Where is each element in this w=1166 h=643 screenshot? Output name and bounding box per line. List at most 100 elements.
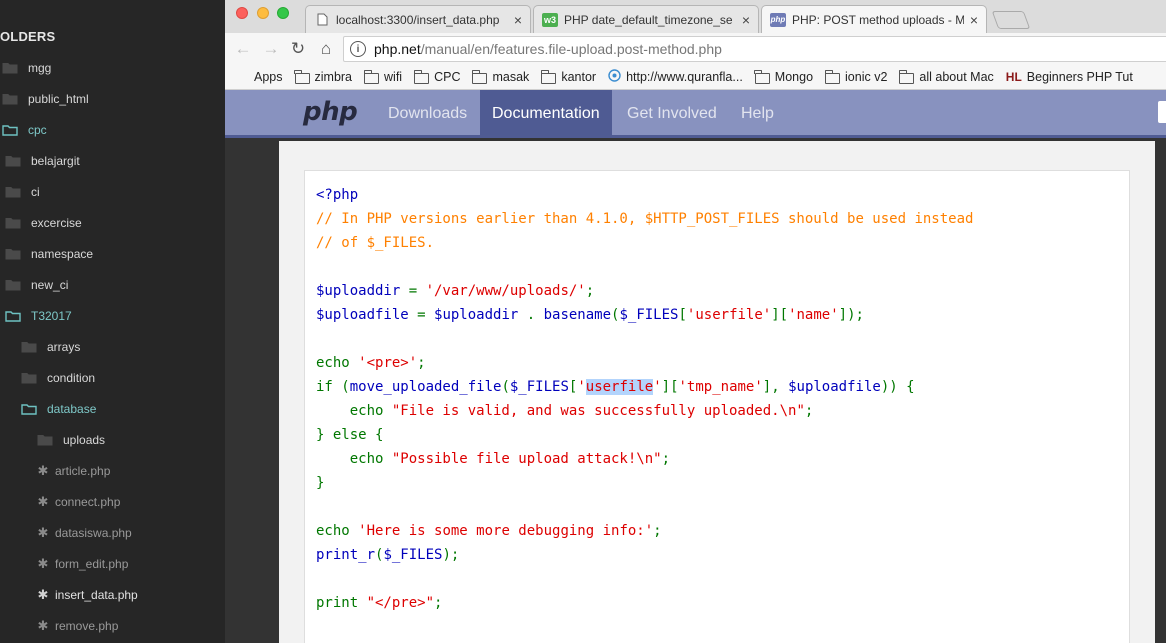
bookmark-item[interactable]: all about Mac — [899, 70, 994, 84]
folder-icon — [754, 70, 770, 84]
tree-item[interactable]: T32017 — [5, 300, 72, 331]
address-bar[interactable]: i php.net /manual/en/features.file-uploa… — [343, 36, 1166, 62]
tree-item[interactable]: condition — [21, 362, 95, 393]
close-window-button[interactable] — [236, 7, 248, 19]
address-host: php.net — [374, 41, 421, 57]
nav-downloads[interactable]: Downloads — [376, 90, 479, 138]
tree-item[interactable]: arrays — [21, 331, 80, 362]
tab-w3schools[interactable]: w3 PHP date_default_timezone_se × — [533, 5, 759, 33]
bookmark-label: Apps — [254, 70, 283, 84]
nav-help[interactable]: Help — [729, 90, 786, 138]
folder-icon — [413, 70, 430, 84]
bookmark-item[interactable]: http://www.quranfla... — [608, 69, 743, 85]
close-icon[interactable]: × — [514, 12, 522, 28]
bookmark-item[interactable]: CPC — [413, 70, 461, 84]
bookmark-item[interactable]: Apps — [237, 70, 283, 84]
code-token: ][ — [771, 307, 789, 323]
tree-item[interactable]: ✱ datasiswa.php — [37, 517, 132, 548]
page-icon — [314, 13, 330, 27]
code-line: echo "Possible file upload attack!\n"; — [316, 447, 973, 471]
reload-icon[interactable]: ↻ — [288, 39, 308, 59]
nav-documentation[interactable]: Documentation — [480, 90, 612, 138]
file-tree-sidebar: OLDERS mgg public_html cpc belajargit ci exce… — [0, 0, 225, 643]
tree-item[interactable]: new_ci — [5, 269, 68, 300]
php-logo[interactable]: php — [303, 97, 358, 127]
folder-icon — [5, 248, 21, 260]
tree-item[interactable]: mgg — [2, 52, 51, 83]
file-icon: ✱ — [37, 462, 49, 478]
tree-item[interactable]: public_html — [2, 83, 89, 114]
folder-icon — [5, 217, 21, 229]
bookmark-label: masak — [492, 70, 530, 84]
code-token: $uploadfile — [316, 307, 418, 323]
bookmark-item[interactable]: masak — [472, 70, 529, 84]
bookmarks-bar: Apps zimbra wifi CPC masak kantor http://www.q… — [225, 65, 1166, 90]
info-icon[interactable]: i — [350, 41, 366, 57]
code-token: echo — [316, 355, 359, 371]
tree-item[interactable]: database — [21, 393, 96, 424]
code-line: } — [316, 471, 973, 495]
tree-item-label: database — [47, 401, 97, 416]
code-token: // of $_FILES. — [316, 235, 435, 251]
code-token: 'tmp_name' — [678, 379, 763, 395]
tree-item[interactable]: namespace — [5, 238, 93, 269]
folder-open-icon — [21, 403, 37, 415]
file-icon: ✱ — [37, 617, 49, 633]
web-page: php Downloads Documentation Get Involved… — [225, 90, 1166, 643]
code-example: <?php // In PHP versions earlier than 4.1… — [304, 170, 1130, 643]
bookmark-item[interactable]: Mongo — [754, 70, 814, 84]
search-input[interactable] — [1158, 101, 1166, 123]
bookmark-label: all about Mac — [919, 70, 994, 84]
back-arrow-icon[interactable]: ← — [233, 39, 253, 59]
code-token: } else { — [316, 427, 384, 443]
close-icon[interactable]: × — [742, 12, 750, 28]
tab-localhost[interactable]: localhost:3300/insert_data.php × — [305, 5, 531, 33]
code-token: ' — [577, 379, 586, 395]
bookmark-item[interactable]: ionic v2 — [824, 70, 887, 84]
bookmark-label: wifi — [384, 70, 403, 84]
maximize-window-button[interactable] — [277, 7, 289, 19]
home-icon[interactable]: ⌂ — [316, 39, 336, 59]
tree-item[interactable]: ✱ article.php — [37, 455, 111, 486]
bookmark-item[interactable]: kantor — [540, 70, 596, 84]
tab-bar: localhost:3300/insert_data.php × w3 PHP … — [225, 0, 1166, 33]
bookmark-item[interactable]: HL Beginners PHP Tut — [1006, 70, 1133, 84]
tree-item[interactable]: excercise — [5, 207, 82, 238]
folder-icon — [21, 372, 37, 384]
new-tab-button[interactable] — [991, 11, 1031, 29]
forward-arrow-icon[interactable]: → — [261, 39, 281, 59]
tree-item[interactable]: ✱ connect.php — [37, 486, 121, 517]
code-token: = — [417, 307, 435, 323]
code-token: echo — [316, 523, 359, 539]
tree-item[interactable]: ✱ insert_data.php — [37, 579, 138, 610]
nav-get-involved[interactable]: Get Involved — [615, 90, 729, 138]
code-token: 'userfile' — [686, 307, 772, 323]
bookmark-label: Mongo — [774, 70, 814, 84]
folder-icon — [5, 279, 21, 291]
bookmark-label: CPC — [434, 70, 461, 84]
tree-item[interactable]: ✱ remove.php — [37, 610, 119, 641]
code-line: echo 'Here is some more debugging info:'… — [316, 519, 973, 543]
minimize-window-button[interactable] — [257, 7, 269, 19]
folder-open-icon — [5, 310, 21, 322]
code-token: = — [408, 283, 426, 299]
bookmark-item[interactable]: zimbra — [294, 70, 352, 84]
tree-item[interactable]: uploads — [37, 424, 105, 455]
tree-item[interactable]: ci — [5, 176, 40, 207]
tab-php-manual[interactable]: php PHP: POST method uploads - Manual × — [761, 5, 987, 33]
tree-item[interactable]: cpc — [2, 114, 47, 145]
close-icon[interactable]: × — [970, 12, 978, 28]
file-icon: ✱ — [37, 493, 49, 509]
code-line: print "</pre>"; — [316, 591, 973, 615]
w3schools-icon: w3 — [542, 12, 558, 27]
code-token: ; — [417, 355, 426, 371]
code-token: ; — [804, 403, 814, 419]
tree-item[interactable]: ✱ form_edit.php — [37, 548, 129, 579]
tree-item[interactable]: belajargit — [5, 145, 80, 176]
bookmark-item[interactable]: wifi — [363, 70, 403, 84]
hl-icon: HL — [1005, 70, 1022, 84]
code-token: userfile — [585, 379, 654, 395]
folder-icon — [540, 70, 557, 84]
tree-item-label: belajargit — [31, 153, 80, 168]
code-token: // In PHP versions earlier than 4.1.0, $… — [316, 211, 974, 227]
